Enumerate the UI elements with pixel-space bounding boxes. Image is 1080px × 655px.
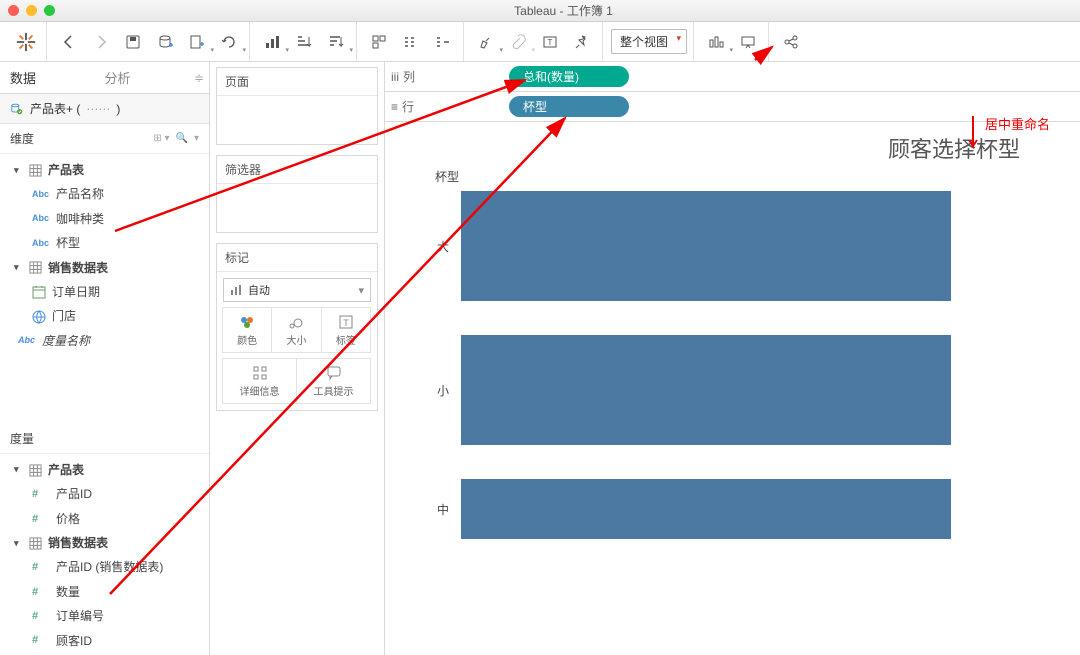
back-button[interactable] (55, 28, 83, 56)
svg-text:T: T (343, 318, 349, 328)
mea-customer-id[interactable]: #顾客ID (0, 629, 209, 653)
bar-icon (230, 284, 242, 296)
dim-product-table[interactable]: ▾产品表 (0, 158, 209, 182)
tableau-logo-icon[interactable] (12, 28, 40, 56)
annotation-rename: 居中重命名 (965, 114, 1050, 154)
dim-search-icon[interactable]: 🔍 (176, 133, 188, 144)
dim-order-date[interactable]: 订单日期 (0, 280, 209, 304)
sort-desc-button[interactable]: ▾ (322, 28, 350, 56)
size-icon (288, 314, 304, 330)
bar-medium[interactable] (461, 479, 951, 539)
marks-card[interactable]: 标记 自动 颜色 大小 T标签 详细信息 工具提示 (216, 243, 378, 411)
mark-type-selector[interactable]: 自动 (223, 278, 371, 302)
bar-chart: 大 小 中 (405, 191, 1060, 539)
sort-asc-button[interactable] (290, 28, 318, 56)
dim-product-name[interactable]: Abc产品名称 (0, 182, 209, 206)
show-me-button[interactable]: ▾ (702, 28, 730, 56)
rows-pill-cup-type[interactable]: 杯型 (509, 96, 629, 117)
mea-quantity[interactable]: #数量 (0, 580, 209, 604)
columns-pill-sum-quantity[interactable]: 总和(数量) (509, 66, 629, 87)
share-button[interactable] (777, 28, 805, 56)
totals-button[interactable] (429, 28, 457, 56)
detail-icon (252, 365, 268, 381)
close-icon[interactable] (8, 5, 19, 16)
bar-small[interactable] (461, 335, 951, 445)
mea-product-table[interactable]: ▾产品表 (0, 458, 209, 482)
mark-color[interactable]: 颜色 (222, 307, 272, 353)
forward-button[interactable] (87, 28, 115, 56)
dim-measure-names[interactable]: Abc度量名称 (0, 329, 209, 353)
mea-order-no[interactable]: #订单编号 (0, 604, 209, 628)
dim-menu-icon[interactable]: ▾ (194, 133, 199, 144)
attach-button[interactable]: ▾ (504, 28, 532, 56)
columns-icon: iii (391, 70, 399, 84)
columns-shelf[interactable]: iii列 总和(数量) (385, 62, 1080, 92)
maximize-icon[interactable] (44, 5, 55, 16)
globe-icon (32, 310, 46, 324)
calendar-icon (32, 285, 46, 299)
group-button[interactable] (365, 28, 393, 56)
tab-analysis[interactable]: 分析 (95, 62, 190, 93)
new-datasource-button[interactable] (151, 28, 179, 56)
mark-size[interactable]: 大小 (271, 307, 321, 353)
color-icon (239, 314, 255, 330)
highlight-button[interactable]: ▾ (472, 28, 500, 56)
bar-label-medium: 中 (405, 501, 449, 518)
bar-label-small: 小 (405, 382, 449, 399)
window-title: Tableau - 工作簿 1 (55, 2, 1072, 19)
hierarchy-button[interactable] (397, 28, 425, 56)
bar-large[interactable] (461, 191, 951, 301)
cards-pane: 页面 筛选器 标记 自动 颜色 大小 T标签 详细信息 工具提 (210, 62, 385, 655)
new-worksheet-button[interactable]: ▾ (183, 28, 211, 56)
tab-data[interactable]: 数据 (0, 62, 95, 93)
datasource-name: 产品表+ ( (30, 100, 80, 117)
mark-detail[interactable]: 详细信息 (222, 358, 297, 404)
dimensions-header: 维度 ⊞ ▾🔍▾ (0, 124, 209, 154)
pages-card[interactable]: 页面 (216, 67, 378, 145)
text-icon: T (338, 314, 354, 330)
save-button[interactable] (119, 28, 147, 56)
datasource-row[interactable]: 产品表+ ( ⋯⋯) (0, 94, 209, 124)
measures-header: 度量 (0, 424, 209, 454)
dim-cup-type[interactable]: Abc杯型 (0, 231, 209, 255)
dim-coffee-type[interactable]: Abc咖啡种类 (0, 207, 209, 231)
datasource-icon (10, 102, 24, 116)
presentation-button[interactable] (734, 28, 762, 56)
dim-view-icon[interactable]: ⊞ ▾ (153, 133, 169, 144)
pin-button[interactable] (568, 28, 596, 56)
undo-button[interactable]: ▾ (215, 28, 243, 56)
dim-sales-table[interactable]: ▾销售数据表 (0, 256, 209, 280)
toolbar: ▾ ▾ ▾ ▾ ▾ ▾ T 整个视图 ▾ (0, 22, 1080, 62)
chart-title[interactable]: 顾客选择杯型 (395, 132, 1060, 164)
mark-label[interactable]: T标签 (321, 307, 371, 353)
y-axis-title: 杯型 (435, 168, 1060, 185)
dim-store[interactable]: 门店 (0, 304, 209, 328)
swap-button[interactable]: ▾ (258, 28, 286, 56)
bar-label-large: 大 (405, 238, 449, 255)
mea-price[interactable]: #价格 (0, 507, 209, 531)
mea-product-id[interactable]: #产品ID (0, 482, 209, 506)
mark-tooltip[interactable]: 工具提示 (296, 358, 371, 404)
fit-selector[interactable]: 整个视图 (611, 29, 687, 54)
svg-text:T: T (548, 38, 553, 47)
rows-icon: ≡ (391, 100, 398, 114)
tooltip-icon (326, 365, 342, 381)
filters-card[interactable]: 筛选器 (216, 155, 378, 233)
mea-product-id-sales[interactable]: #产品ID (销售数据表) (0, 555, 209, 579)
mea-sales-table[interactable]: ▾销售数据表 (0, 531, 209, 555)
window-controls (8, 5, 55, 16)
tab-menu-icon[interactable]: ≑ (189, 62, 209, 93)
titlebar: Tableau - 工作簿 1 (0, 0, 1080, 22)
minimize-icon[interactable] (26, 5, 37, 16)
label-button[interactable]: T (536, 28, 564, 56)
view-canvas: iii列 总和(数量) ≡行 杯型 居中重命名 顾客选择杯型 杯型 大 小 中 (385, 62, 1080, 655)
data-pane: 数据 分析 ≑ 产品表+ ( ⋯⋯) 维度 ⊞ ▾🔍▾ ▾产品表 Abc产品名称… (0, 62, 210, 655)
